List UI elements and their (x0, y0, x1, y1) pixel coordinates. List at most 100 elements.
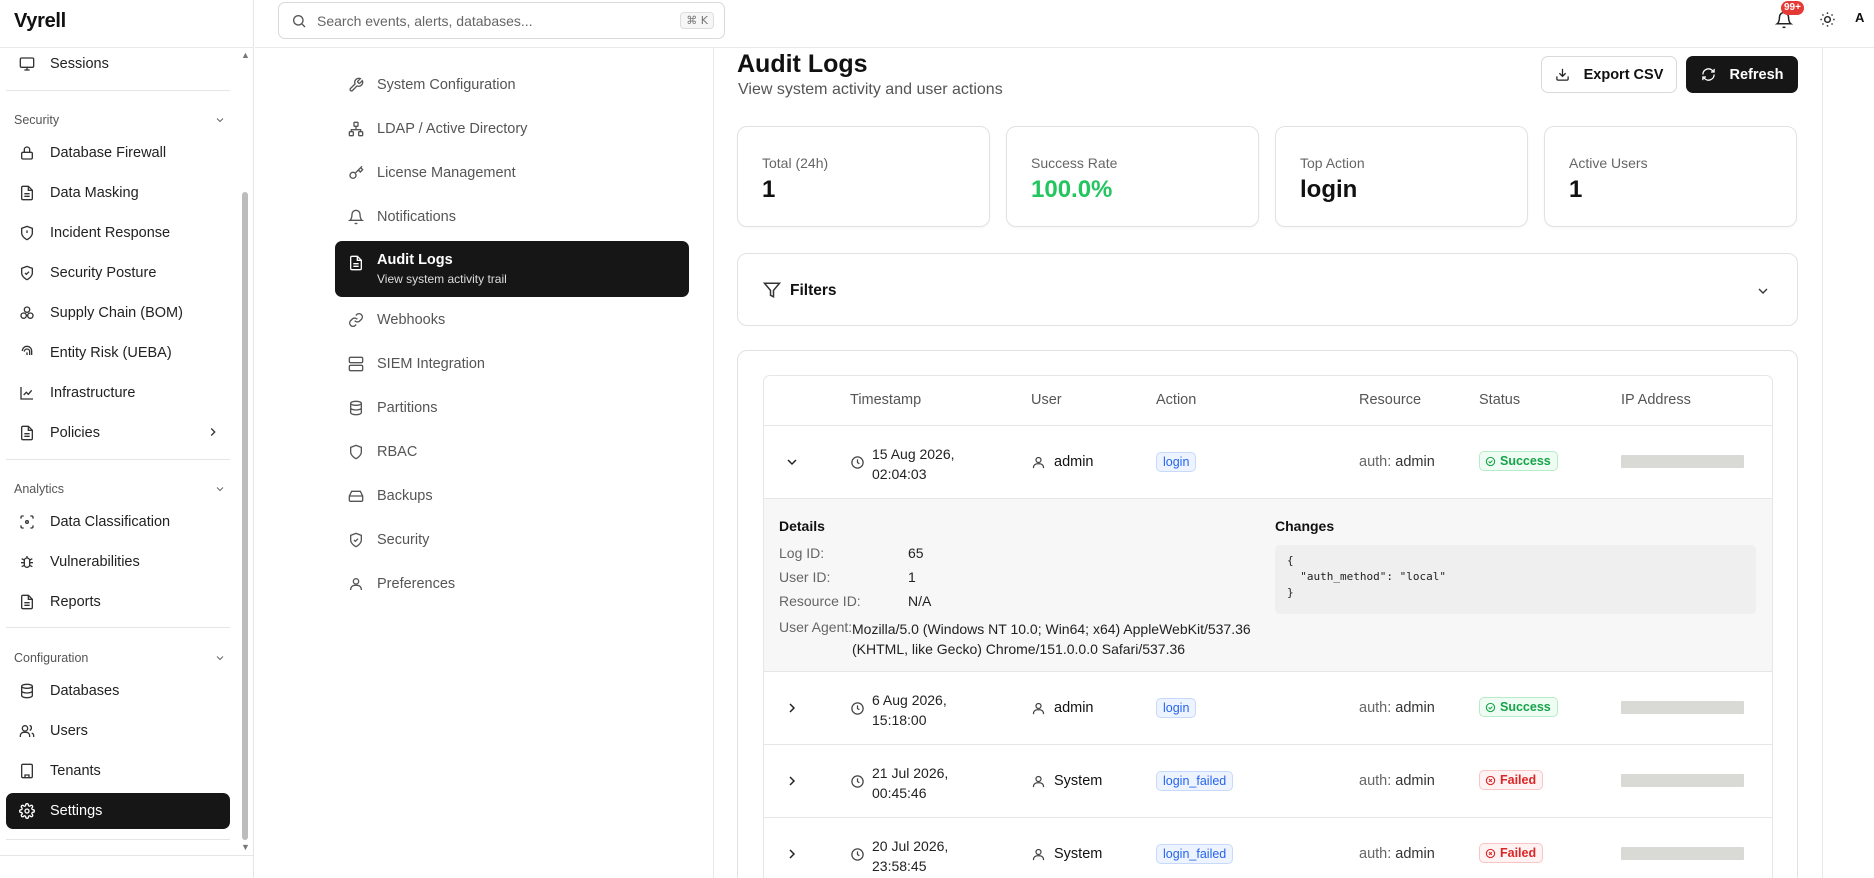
settings-item-security[interactable]: Security (335, 518, 689, 562)
resource-type: auth: (1359, 700, 1392, 716)
settings-item-label: SIEM Integration (377, 356, 485, 372)
timestamp: 6 Aug 2026, 15:18:00 (872, 690, 947, 730)
status-badge: Success (1479, 451, 1558, 471)
bug-icon (19, 554, 35, 570)
sidebar-item-settings[interactable]: Settings (6, 793, 230, 829)
fingerprint-icon (19, 345, 35, 361)
sidebar-item-supply-chain[interactable]: Supply Chain (BOM) (6, 295, 230, 331)
settings-item-label: Preferences (377, 576, 456, 592)
column-header[interactable]: User (1031, 392, 1062, 408)
settings-item-license-management[interactable]: License Management (335, 151, 689, 195)
settings-item-ldap[interactable]: LDAP / Active Directory (335, 107, 689, 151)
scroll-up-icon[interactable]: ▲ (241, 50, 250, 60)
status-text: Success (1500, 700, 1551, 714)
column-header[interactable]: Action (1156, 392, 1196, 408)
sidebar-item-reports[interactable]: Reports (6, 584, 230, 620)
settings-item-backups[interactable]: Backups (335, 474, 689, 518)
database-icon (348, 400, 364, 416)
settings-item-subtitle: View system activity trail (377, 272, 507, 286)
chevron-right-icon[interactable] (784, 773, 800, 789)
settings-item-webhooks[interactable]: Webhooks (335, 298, 689, 342)
refresh-button[interactable]: Refresh (1686, 56, 1798, 93)
avatar[interactable]: A (1855, 10, 1864, 25)
resource-name: admin (1395, 846, 1435, 862)
section-header-analytics[interactable]: Analytics (14, 482, 226, 496)
notification-badge: 99+ (1781, 1, 1804, 15)
file-icon (19, 185, 35, 201)
settings-item-audit-logs[interactable]: Audit Logs View system activity trail (335, 241, 689, 297)
detail-label: User ID: (779, 569, 831, 585)
sidebar-item-data-classification[interactable]: Data Classification (6, 504, 230, 540)
stat-card-total: Total (24h) 1 (737, 126, 990, 227)
column-header[interactable]: IP Address (1621, 392, 1691, 408)
table-row[interactable]: 6 Aug 2026, 15:18:00 admin login auth: ad… (764, 672, 1772, 745)
scroll-down-icon[interactable]: ▼ (241, 842, 250, 852)
resource-name: admin (1395, 454, 1435, 470)
audit-table-card: Timestamp User Action Resource Status IP… (737, 350, 1798, 878)
changes-title: Changes (1275, 518, 1335, 534)
sidebar-item-label: Databases (50, 683, 120, 699)
export-csv-button[interactable]: Export CSV (1541, 56, 1677, 93)
settings-item-notifications[interactable]: Notifications (335, 195, 689, 239)
resource-name: admin (1395, 773, 1435, 789)
user-icon (1032, 848, 1045, 861)
settings-item-system-configuration[interactable]: System Configuration (335, 63, 689, 107)
settings-item-siem-integration[interactable]: SIEM Integration (335, 342, 689, 386)
settings-item-partitions[interactable]: Partitions (335, 386, 689, 430)
sidebar-item-entity-risk[interactable]: Entity Risk (UEBA) (6, 335, 230, 371)
section-header-configuration[interactable]: Configuration (14, 651, 226, 665)
sidebar-item-tenants[interactable]: Tenants (6, 753, 230, 789)
sidebar: Vyrell Sessions Security Database Firewa… (0, 0, 254, 878)
stat-label: Active Users (1569, 155, 1648, 171)
section-header-security[interactable]: Security (14, 113, 226, 127)
chevron-right-icon[interactable] (784, 846, 800, 862)
table-row[interactable]: 15 Aug 2026, 02:04:03 admin login auth: a… (764, 426, 1772, 499)
scrollbar-thumb[interactable] (242, 192, 248, 840)
brand-logo[interactable]: Vyrell (14, 10, 66, 33)
column-header[interactable]: Status (1479, 392, 1520, 408)
sun-icon[interactable] (1819, 11, 1836, 28)
column-header[interactable]: Resource (1359, 392, 1421, 408)
sidebar-item-vulnerabilities[interactable]: Vulnerabilities (6, 544, 230, 580)
timestamp-time: 23:58:45 (872, 858, 927, 874)
settings-item-preferences[interactable]: Preferences (335, 562, 689, 606)
status-text: Failed (1500, 846, 1537, 860)
user-agent-line: (KHTML, like Gecko) Chrome/151.0.0.0 Saf… (852, 641, 1186, 657)
download-icon (1555, 68, 1569, 81)
stat-card-top-action: Top Action login (1275, 126, 1528, 227)
action-badge: login (1156, 698, 1197, 718)
stat-card-success-rate: Success Rate 100.0% (1006, 126, 1259, 227)
search-box[interactable]: ⌘ K (278, 2, 725, 39)
shield-icon (348, 444, 364, 460)
sidebar-item-policies[interactable]: Policies (6, 415, 230, 451)
main-content: Audit Logs View system activity and user… (715, 48, 1823, 878)
table-row[interactable]: 20 Jul 2026, 23:58:45 System login_failed… (764, 818, 1772, 878)
clock-icon (851, 456, 864, 469)
settings-item-rbac[interactable]: RBAC (335, 430, 689, 474)
sidebar-scrollbar[interactable]: ▲ ▼ (240, 50, 250, 852)
ip-address-redacted (1621, 455, 1744, 468)
sidebar-item-incident-response[interactable]: Incident Response (6, 215, 230, 251)
table-row[interactable]: 21 Jul 2026, 00:45:46 System login_failed… (764, 745, 1772, 818)
sidebar-item-databases[interactable]: Databases (6, 673, 230, 709)
sidebar-item-label: Users (50, 723, 88, 739)
search-icon (293, 14, 306, 27)
sidebar-item-security-posture[interactable]: Security Posture (6, 255, 230, 291)
resource-type: auth: (1359, 773, 1392, 789)
filters-panel[interactable]: Filters (737, 253, 1798, 326)
sidebar-item-sessions[interactable]: Sessions (6, 46, 230, 82)
chevron-down-icon[interactable] (1755, 283, 1771, 299)
column-header[interactable]: Timestamp (850, 392, 921, 408)
chevron-down-icon[interactable] (784, 454, 800, 470)
sidebar-item-infrastructure[interactable]: Infrastructure (6, 375, 230, 411)
action-badge: login (1156, 452, 1197, 472)
chevron-right-icon[interactable] (784, 700, 800, 716)
sidebar-item-database-firewall[interactable]: Database Firewall (6, 135, 230, 171)
search-input[interactable] (317, 12, 724, 29)
clock-icon (851, 848, 864, 861)
sidebar-item-users[interactable]: Users (6, 713, 230, 749)
sidebar-item-data-masking[interactable]: Data Masking (6, 175, 230, 211)
filters-label: Filters (790, 282, 837, 299)
settings-item-label: Backups (377, 488, 433, 504)
divider (0, 855, 254, 856)
